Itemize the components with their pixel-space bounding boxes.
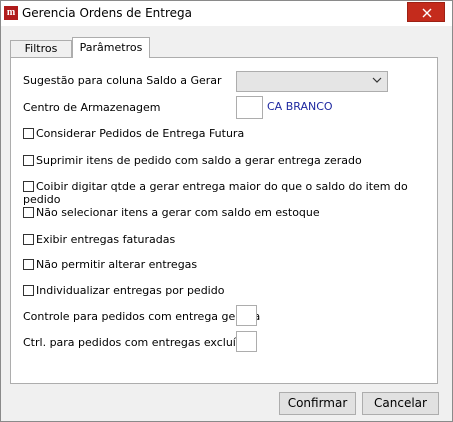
checkbox-label: Coibir digitar qtde a gerar entrega maio… — [23, 180, 408, 206]
app-logo-icon: m — [4, 6, 18, 20]
sugestao-select[interactable] — [236, 71, 388, 92]
checkbox-suprimir-itens[interactable]: Suprimir itens de pedido com saldo a ger… — [23, 154, 362, 167]
checkbox-considerar-pedidos[interactable]: Considerar Pedidos de Entrega Futura — [23, 127, 244, 140]
checkbox-individualizar[interactable]: Individualizar entregas por pedido — [23, 284, 224, 297]
window-title: Gerencia Ordens de Entrega — [22, 6, 193, 20]
checkbox-box[interactable] — [23, 155, 34, 166]
checkbox-box[interactable] — [23, 234, 34, 245]
confirmar-label: Confirmar — [287, 396, 348, 410]
ctrl-excluidas-input[interactable] — [236, 331, 257, 352]
checkbox-label: Suprimir itens de pedido com saldo a ger… — [36, 154, 362, 167]
centro-description: CA BRANCO — [267, 100, 333, 113]
cancelar-button[interactable]: Cancelar — [362, 392, 439, 415]
checkbox-box[interactable] — [23, 128, 34, 139]
checkbox-box[interactable] — [23, 181, 34, 192]
checkbox-box[interactable] — [23, 259, 34, 270]
checkbox-box[interactable] — [23, 207, 34, 218]
controle-label: Controle para pedidos com entrega gerada — [23, 310, 261, 323]
checkbox-label: Exibir entregas faturadas — [36, 233, 176, 246]
ctrl-excluidas-label: Ctrl. para pedidos com entregas excluída… — [23, 336, 256, 349]
cancelar-label: Cancelar — [374, 396, 427, 410]
title-bar[interactable]: m Gerencia Ordens de Entrega — [1, 1, 452, 26]
centro-label: Centro de Armazenagem — [23, 101, 161, 114]
checkbox-label: Considerar Pedidos de Entrega Futura — [36, 127, 245, 140]
close-icon — [422, 8, 432, 18]
checkbox-nao-selecionar[interactable]: Não selecionar itens a gerar com saldo e… — [23, 206, 320, 219]
checkbox-box[interactable] — [23, 285, 34, 296]
checkbox-coibir-digitar[interactable]: Coibir digitar qtde a gerar entrega maio… — [23, 180, 437, 206]
sugestao-label: Sugestão para coluna Saldo a Gerar — [23, 74, 222, 87]
checkbox-exibir-faturadas[interactable]: Exibir entregas faturadas — [23, 233, 175, 246]
controle-input[interactable] — [236, 305, 257, 326]
confirmar-button[interactable]: Confirmar — [279, 392, 356, 415]
checkbox-label: Individualizar entregas por pedido — [36, 284, 225, 297]
chevron-down-icon — [372, 77, 382, 83]
parametros-panel: Sugestão para coluna Saldo a Gerar Centr… — [10, 57, 438, 384]
centro-input[interactable] — [236, 96, 263, 119]
close-button[interactable] — [407, 2, 445, 22]
checkbox-label: Não selecionar itens a gerar com saldo e… — [36, 206, 320, 219]
tab-parametros[interactable]: Parâmetros — [72, 37, 150, 58]
dialog-window: m Gerencia Ordens de Entrega Filtros Par… — [0, 0, 453, 422]
tab-filtros[interactable]: Filtros — [10, 40, 72, 57]
checkbox-nao-permitir-alterar[interactable]: Não permitir alterar entregas — [23, 258, 197, 271]
checkbox-label: Não permitir alterar entregas — [36, 258, 198, 271]
